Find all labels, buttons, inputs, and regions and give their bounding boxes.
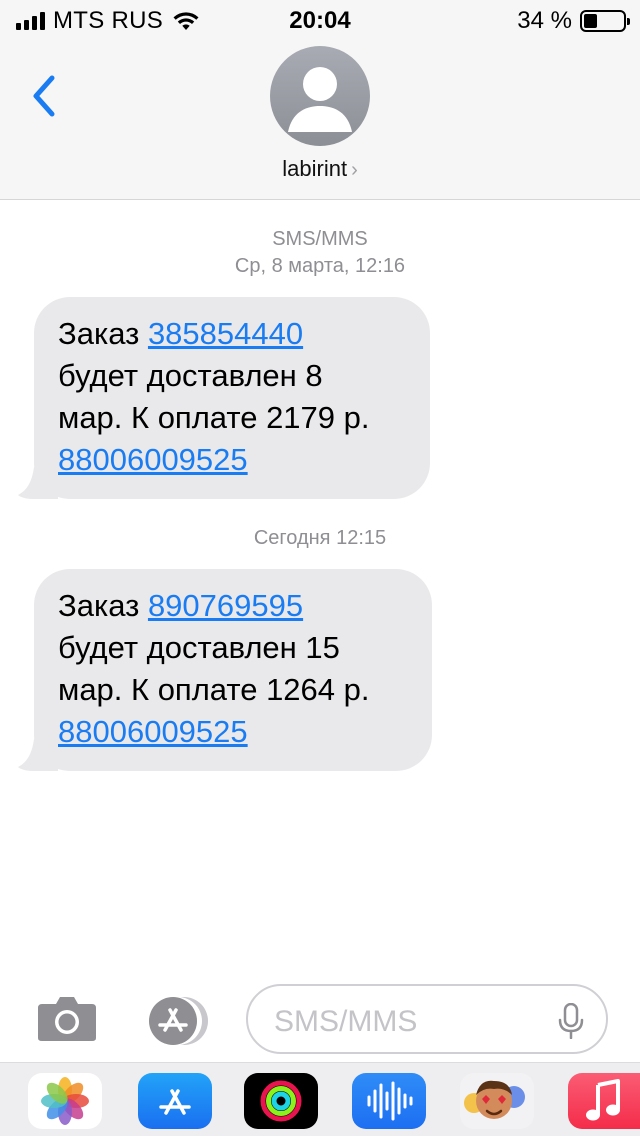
photos-app-button[interactable] [28, 1073, 102, 1129]
order-number-link[interactable]: 385854440 [148, 316, 303, 351]
audio-message-app-button[interactable] [352, 1073, 426, 1129]
camera-icon[interactable] [36, 994, 98, 1042]
contact-name: labirint [282, 156, 348, 181]
message-text: Заказ [58, 316, 148, 351]
battery-icon [580, 10, 630, 32]
memoji-app-button[interactable] [460, 1073, 534, 1129]
person-silhouette-icon [288, 67, 352, 132]
order-number-link[interactable]: 890769595 [148, 588, 303, 623]
audio-waveform-icon [367, 1081, 413, 1121]
music-note-icon [586, 1079, 620, 1121]
message-text: мар. К оплате 2179 р. [58, 400, 370, 435]
bubble-tail [18, 739, 58, 771]
navigation-header: MTS RUS 20:04 34 % labirint › [0, 0, 640, 200]
bubble-tail [18, 467, 58, 499]
message-text: Заказ [58, 588, 148, 623]
memoji-icon [464, 1080, 525, 1119]
message-timestamp: Ср, 8 марта, 12:16 [234, 255, 406, 277]
message-text: будет доставлен 15 [58, 630, 340, 665]
phone-number-link[interactable]: 88006009525 [58, 714, 248, 749]
app-store-icon[interactable] [138, 996, 214, 1046]
contact-avatar[interactable] [270, 46, 370, 146]
photos-icon [41, 1077, 89, 1125]
message-text: мар. К оплате 1264 р. [58, 672, 370, 707]
app-store-icon [159, 1089, 191, 1115]
microphone-icon[interactable] [558, 1003, 584, 1039]
activity-rings-icon [260, 1080, 302, 1122]
status-bar-right: 34 % [517, 7, 630, 35]
battery-level-fill [584, 14, 597, 28]
message-timestamp: Сегодня 12:15 [253, 527, 387, 549]
activity-app-button[interactable] [244, 1073, 318, 1129]
app-store-app-button[interactable] [138, 1073, 212, 1129]
message-input[interactable]: SMS/MMS [246, 984, 608, 1054]
chevron-left-icon[interactable] [28, 72, 64, 120]
message-input-placeholder: SMS/MMS [274, 1005, 418, 1038]
message-bubble[interactable]: Заказ 890769595 будет доставлен 15 мар. … [18, 569, 432, 771]
music-app-button[interactable] [568, 1073, 640, 1129]
contact-name-button[interactable]: labirint › [0, 156, 640, 182]
status-bar: MTS RUS 20:04 34 % [0, 0, 640, 40]
app-drawer [0, 1062, 640, 1136]
chevron-right-icon: › [351, 159, 358, 181]
message-type-label: SMS/MMS [272, 228, 368, 250]
message-bubble[interactable]: Заказ 385854440 будет доставлен 8 мар. К… [18, 297, 430, 499]
phone-number-link[interactable]: 88006009525 [58, 442, 248, 477]
message-text: будет доставлен 8 [58, 358, 323, 393]
battery-percentage: 34 % [517, 7, 572, 34]
